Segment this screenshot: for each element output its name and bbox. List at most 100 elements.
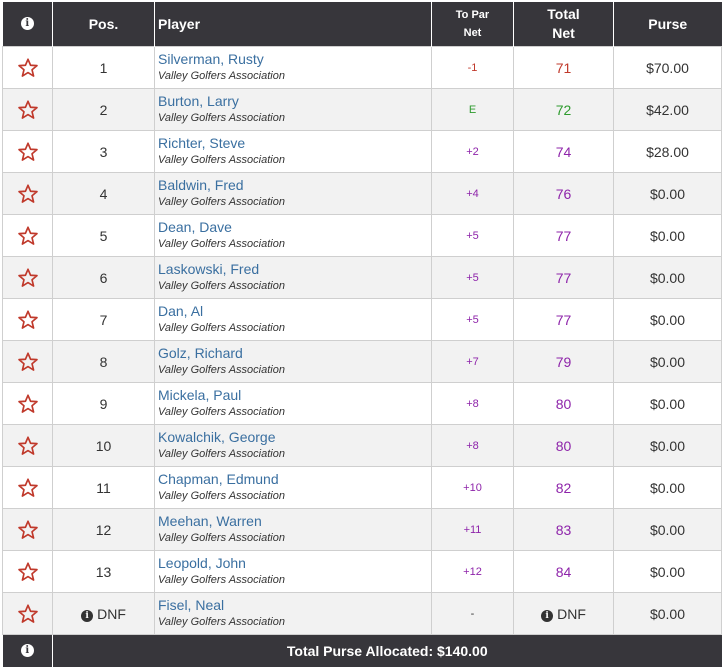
player-name-link[interactable]: Mickela, Paul xyxy=(158,387,431,404)
to-par-net-cell: E xyxy=(431,88,514,131)
player-name-link[interactable]: Dean, Dave xyxy=(158,219,431,236)
player-name-link[interactable]: Kowalchik, George xyxy=(158,429,431,446)
to-par-net-cell: +7 xyxy=(431,340,514,383)
header-total-net[interactable]: Total Net xyxy=(513,2,614,47)
to-par-net-cell: +4 xyxy=(431,172,514,215)
player-club: Valley Golfers Association xyxy=(158,364,285,376)
favorite-cell[interactable] xyxy=(2,88,53,131)
star-outline-icon[interactable] xyxy=(17,225,39,247)
player-cell: Dan, Al Valley Golfers Association xyxy=(154,298,432,341)
total-net-cell: 74 xyxy=(513,130,614,173)
purse-cell: $0.00 xyxy=(613,172,722,215)
position-cell: i DNF xyxy=(52,592,155,635)
table-row[interactable]: 6 Laskowski, Fred Valley Golfers Associa… xyxy=(2,256,722,299)
player-name-link[interactable]: Dan, Al xyxy=(158,303,431,320)
position-cell: 3 xyxy=(52,130,155,173)
header-purse[interactable]: Purse xyxy=(613,2,722,47)
player-cell: Golz, Richard Valley Golfers Association xyxy=(154,340,432,383)
table-row[interactable]: 10 Kowalchik, George Valley Golfers Asso… xyxy=(2,424,722,467)
table-row[interactable]: 2 Burton, Larry Valley Golfers Associati… xyxy=(2,88,722,131)
table-row[interactable]: 9 Mickela, Paul Valley Golfers Associati… xyxy=(2,382,722,425)
to-par-net-cell: +12 xyxy=(431,550,514,593)
player-cell: Kowalchik, George Valley Golfers Associa… xyxy=(154,424,432,467)
total-net-cell: 77 xyxy=(513,256,614,299)
star-outline-icon[interactable] xyxy=(17,435,39,457)
leaderboard-body: 1 Silverman, Rusty Valley Golfers Associ… xyxy=(2,46,722,635)
player-club: Valley Golfers Association xyxy=(158,406,285,418)
player-cell: Mickela, Paul Valley Golfers Association xyxy=(154,382,432,425)
header-pos[interactable]: Pos. xyxy=(52,2,155,47)
to-par-net-cell: +2 xyxy=(431,130,514,173)
total-net-cell: 82 xyxy=(513,466,614,509)
player-name-link[interactable]: Leopold, John xyxy=(158,555,431,572)
favorite-cell[interactable] xyxy=(2,256,53,299)
table-row[interactable]: 8 Golz, Richard Valley Golfers Associati… xyxy=(2,340,722,383)
star-outline-icon[interactable] xyxy=(17,57,39,79)
favorite-cell[interactable] xyxy=(2,130,53,173)
position-cell: 11 xyxy=(52,466,155,509)
info-icon[interactable]: i xyxy=(81,609,94,622)
favorite-cell[interactable] xyxy=(2,382,53,425)
table-row[interactable]: 4 Baldwin, Fred Valley Golfers Associati… xyxy=(2,172,722,215)
leaderboard-table: i Pos. Player To Par Net Total Net Purse… xyxy=(2,2,722,667)
favorite-cell[interactable] xyxy=(2,172,53,215)
total-net-cell: i DNF xyxy=(513,592,614,635)
purse-cell: $70.00 xyxy=(613,46,722,89)
table-row[interactable]: 7 Dan, Al Valley Golfers Association +5 … xyxy=(2,298,722,341)
star-outline-icon[interactable] xyxy=(17,183,39,205)
position-cell: 7 xyxy=(52,298,155,341)
info-icon[interactable]: i xyxy=(20,644,34,658)
table-row[interactable]: 3 Richter, Steve Valley Golfers Associat… xyxy=(2,130,722,173)
player-name-link[interactable]: Laskowski, Fred xyxy=(158,261,431,278)
favorite-cell[interactable] xyxy=(2,592,53,635)
star-outline-icon[interactable] xyxy=(17,393,39,415)
star-outline-icon[interactable] xyxy=(17,309,39,331)
header-to-par-line2: Net xyxy=(463,27,482,39)
star-outline-icon[interactable] xyxy=(17,519,39,541)
purse-cell: $0.00 xyxy=(613,298,722,341)
footer-info-cell[interactable]: i xyxy=(2,634,53,667)
favorite-cell[interactable] xyxy=(2,424,53,467)
table-row[interactable]: 1 Silverman, Rusty Valley Golfers Associ… xyxy=(2,46,722,89)
header-player[interactable]: Player xyxy=(154,2,432,47)
player-name-link[interactable]: Chapman, Edmund xyxy=(158,471,431,488)
table-row[interactable]: 5 Dean, Dave Valley Golfers Association … xyxy=(2,214,722,257)
favorite-cell[interactable] xyxy=(2,298,53,341)
player-name-link[interactable]: Fisel, Neal xyxy=(158,597,431,614)
player-cell: Laskowski, Fred Valley Golfers Associati… xyxy=(154,256,432,299)
star-outline-icon[interactable] xyxy=(17,267,39,289)
table-row[interactable]: 11 Chapman, Edmund Valley Golfers Associ… xyxy=(2,466,722,509)
star-outline-icon[interactable] xyxy=(17,477,39,499)
favorite-cell[interactable] xyxy=(2,214,53,257)
star-outline-icon[interactable] xyxy=(17,603,39,625)
player-cell: Burton, Larry Valley Golfers Association xyxy=(154,88,432,131)
star-outline-icon[interactable] xyxy=(17,561,39,583)
player-name-link[interactable]: Richter, Steve xyxy=(158,135,431,152)
purse-cell: $0.00 xyxy=(613,382,722,425)
player-club: Valley Golfers Association xyxy=(158,616,285,628)
favorite-cell[interactable] xyxy=(2,46,53,89)
player-club: Valley Golfers Association xyxy=(158,154,285,166)
star-outline-icon[interactable] xyxy=(17,351,39,373)
favorite-cell[interactable] xyxy=(2,466,53,509)
header-to-par-net[interactable]: To Par Net xyxy=(431,2,514,47)
player-name-link[interactable]: Silverman, Rusty xyxy=(158,51,431,68)
player-name-link[interactable]: Golz, Richard xyxy=(158,345,431,362)
star-outline-icon[interactable] xyxy=(17,141,39,163)
header-to-par-line1: To Par xyxy=(455,9,490,21)
player-name-link[interactable]: Burton, Larry xyxy=(158,93,431,110)
table-row[interactable]: 13 Leopold, John Valley Golfers Associat… xyxy=(2,550,722,593)
favorite-cell[interactable] xyxy=(2,550,53,593)
header-info-cell[interactable]: i xyxy=(2,2,53,47)
star-outline-icon[interactable] xyxy=(17,99,39,121)
favorite-cell[interactable] xyxy=(2,340,53,383)
purse-cell: $42.00 xyxy=(613,88,722,131)
info-icon[interactable]: i xyxy=(20,17,34,31)
info-icon[interactable]: i xyxy=(541,609,554,622)
player-name-link[interactable]: Meehan, Warren xyxy=(158,513,431,530)
table-row[interactable]: 12 Meehan, Warren Valley Golfers Associa… xyxy=(2,508,722,551)
player-name-link[interactable]: Baldwin, Fred xyxy=(158,177,431,194)
favorite-cell[interactable] xyxy=(2,508,53,551)
table-row[interactable]: i DNF Fisel, Neal Valley Golfers Associat… xyxy=(2,592,722,635)
to-par-net-cell: +10 xyxy=(431,466,514,509)
